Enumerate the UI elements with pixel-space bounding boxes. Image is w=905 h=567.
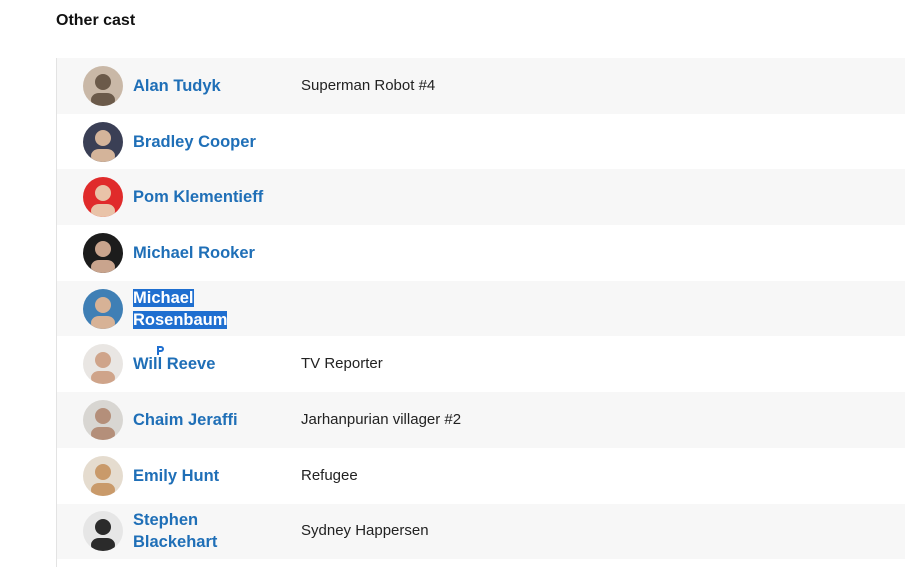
cast-row: Stephen Blackehart Sydney Happersen [57, 503, 905, 560]
cast-row: Will Reeve TV Reporter [57, 336, 905, 393]
cast-list: Alan Tudyk Superman Robot #4 Bradley Coo… [56, 58, 905, 567]
actor-avatar[interactable] [83, 455, 123, 496]
cast-row: Chaim Jeraffi Jarhanpurian villager #2 [57, 392, 905, 448]
actor-name-line: Stephen [133, 511, 199, 530]
actor-name-link[interactable]: Alan Tudyk [133, 75, 301, 97]
character-name: Superman Robot #4 [301, 76, 436, 94]
cast-row: Bradley Cooper [57, 113, 905, 170]
cast-row: Michael Rosenbaum [57, 280, 905, 337]
character-name: Refugee [301, 466, 358, 484]
actor-name-link[interactable]: Chaim Jeraffi [133, 409, 301, 431]
section-title: Other cast [56, 12, 136, 29]
actor-avatar[interactable] [83, 288, 123, 329]
actor-avatar[interactable] [83, 177, 123, 218]
character-name: Jarhanpurian villager #2 [301, 410, 462, 428]
character-name: TV Reporter [301, 355, 383, 373]
actor-avatar[interactable] [83, 121, 123, 162]
actor-name-link[interactable]: Michael Rosenbaum [133, 287, 301, 331]
character-name: Sydney Happersen [301, 522, 429, 540]
actor-avatar[interactable] [83, 344, 123, 385]
actor-avatar[interactable] [83, 232, 123, 273]
cast-page: Other cast Alan Tudyk Superman Robot #4 … [0, 0, 905, 567]
actor-avatar[interactable] [83, 399, 123, 440]
cast-row: Alan Tudyk Superman Robot #4 [57, 58, 905, 114]
cast-row: Pom Klementieff [57, 169, 905, 226]
actor-name-link[interactable]: Emily Hunt [133, 465, 301, 487]
cast-row: Emily Hunt Refugee [57, 447, 905, 504]
actor-name-line: Rosenbaum [133, 310, 228, 329]
actor-name-link[interactable]: Michael Rooker [133, 242, 301, 264]
actor-name-link[interactable]: Bradley Cooper [133, 131, 301, 153]
actor-name-link[interactable]: Stephen Blackehart [133, 509, 301, 553]
cast-row: Michael Rooker [57, 225, 905, 281]
actor-avatar[interactable] [83, 65, 123, 106]
actor-name-line: Michael [133, 288, 194, 307]
actor-avatar[interactable] [83, 511, 123, 552]
actor-name-line: Blackehart [133, 533, 218, 552]
cursor-badge-icon [153, 343, 167, 358]
actor-name-link[interactable]: Pom Klementieff [133, 186, 301, 208]
